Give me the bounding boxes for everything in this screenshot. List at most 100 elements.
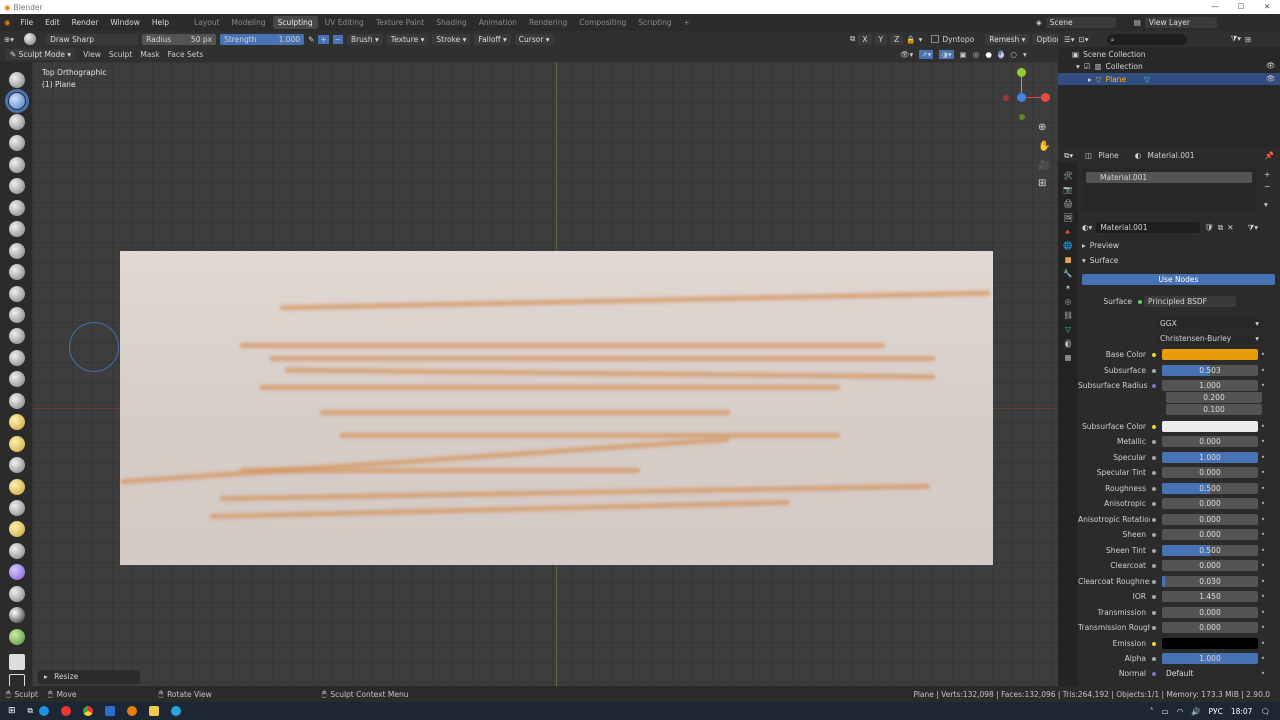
keyframe-dot-icon[interactable]: • [1258,654,1268,663]
preview-panel-header[interactable]: ▸ Preview [1082,241,1119,250]
socket-dot-icon[interactable] [1150,579,1158,584]
clay-thumb-brush-icon[interactable] [9,157,25,173]
strength-field[interactable]: Strength 1.000 [220,33,305,45]
prop-value-normal[interactable]: Default [1162,668,1258,679]
slide-relax-brush-icon[interactable] [9,543,25,559]
menu-view[interactable]: View [83,50,101,59]
properties-editor-icon[interactable]: ⧉▾ [1064,151,1073,161]
blender-menu-icon[interactable]: ◉ [0,18,15,27]
grab-brush-icon[interactable] [9,393,25,409]
x-axis-gizmo-icon[interactable] [1041,93,1050,102]
thumb-brush-icon[interactable] [9,457,25,473]
mode-selector[interactable]: ✎ Sculpt Mode ▾ [6,49,76,60]
tray-chevron-icon[interactable]: ˄ [1150,707,1154,716]
tab-layout[interactable]: Layout [189,16,225,29]
prop-value-emission[interactable] [1162,638,1258,649]
filter-icon[interactable]: ⧩▾ [1231,34,1241,44]
y-axis-gizmo-icon[interactable] [1017,68,1026,77]
radius-field[interactable]: Radius 50 px [142,33,217,45]
symmetry-dropdown-icon[interactable]: ▾ [919,35,923,44]
outliner-filter-mode-icon[interactable]: ⊡▾ [1079,35,1089,44]
direction-add-button[interactable]: + [318,34,329,44]
prop-value-anisotropic-rotation[interactable]: 0.000 [1162,514,1258,525]
tab-uv-editing[interactable]: UV Editing [320,16,369,29]
symmetry-z-toggle[interactable]: Z [890,33,904,45]
scene-selector[interactable]: Scene [1045,17,1116,28]
keyframe-dot-icon[interactable]: • [1258,350,1268,359]
render-tab-icon[interactable]: 📷 [1063,185,1072,194]
box-mask-icon[interactable] [9,654,25,670]
material-slot-list[interactable]: Material.001 [1082,168,1256,212]
socket-dot-icon[interactable] [1150,455,1158,460]
prop-value-specular[interactable]: 1.000 [1162,452,1258,463]
menu-face-sets[interactable]: Face Sets [168,50,204,59]
keyframe-dot-icon[interactable]: • [1258,468,1268,477]
prop-value-transmission-roughness[interactable]: 0.000 [1162,622,1258,633]
slot-specials-icon[interactable]: ▾ [1264,200,1268,209]
smooth-brush-icon[interactable] [9,264,25,280]
tab-scripting[interactable]: Scripting [633,16,676,29]
remesh-menu[interactable]: Remesh ▾ [985,33,1030,45]
wireframe-shading-icon[interactable]: ◎ [973,50,980,59]
keyframe-dot-icon[interactable]: • [1258,546,1268,555]
material-tab-icon[interactable]: ◐ [1064,339,1072,348]
symmetry-y-toggle[interactable]: Y [874,33,888,45]
symmetry-lock-icon[interactable]: 🔒 [906,35,915,44]
keyframe-dot-icon[interactable]: • [1258,623,1268,632]
minimize-button[interactable]: — [1202,0,1228,14]
prop-value-sheen[interactable]: 0.000 [1162,529,1258,540]
use-nodes-button[interactable]: Use Nodes [1082,274,1275,285]
prop-value-anisotropic[interactable]: 0.000 [1162,498,1258,509]
material-browse-icon[interactable]: ◐▾ [1082,223,1092,232]
menu-sculpt[interactable]: Sculpt [109,50,132,59]
windows-start-icon[interactable]: ⊞ [8,706,16,716]
socket-dot-icon[interactable] [1150,501,1158,506]
pressure-icon[interactable]: ✎ [308,35,314,44]
material-name-field[interactable]: Material.001 [1096,222,1201,233]
menu-window[interactable]: Window [104,18,146,27]
mask-brush-icon[interactable] [9,629,25,645]
keyframe-dot-icon[interactable]: • [1258,515,1268,524]
collapsed-arrow-icon[interactable]: ▸ [1088,75,1092,84]
keyframe-dot-icon[interactable]: • [1258,499,1268,508]
menu-help[interactable]: Help [146,18,175,27]
volume-icon[interactable]: 🔊 [1191,707,1200,716]
keyboard-language[interactable]: РУС [1209,707,1223,716]
material-link-icon[interactable]: ⧩▾ [1248,223,1258,233]
wifi-icon[interactable]: ◠ [1177,707,1184,716]
editor-type-icon[interactable]: ⊕▾ [4,35,14,44]
crease-brush-icon[interactable] [9,243,25,259]
outliner-editor-icon[interactable]: ☰▾ [1064,35,1075,44]
tab-rendering[interactable]: Rendering [524,16,572,29]
prop-value-base-color[interactable] [1162,349,1258,360]
gizmo-toggle-icon[interactable]: ↗▾ [919,50,934,59]
subsurface-method-dropdown[interactable]: Christensen-Burley ▾ [1156,333,1262,344]
camera-view-icon[interactable]: 🎥 [1038,160,1050,171]
duplicate-material-icon[interactable]: ⧉ [1218,223,1223,233]
tab-shading[interactable]: Shading [431,16,471,29]
add-workspace-icon[interactable]: + [679,16,695,29]
tool-tab-icon[interactable]: 🛠 [1063,171,1073,180]
solid-shading-icon[interactable]: ● [985,50,992,59]
keyframe-dot-icon[interactable]: • [1258,484,1268,493]
surface-panel-header[interactable]: ▾ Surface [1082,256,1118,265]
material-slot-row[interactable]: Material.001 [1086,172,1252,183]
multiplane-scrape-brush-icon[interactable] [9,350,25,366]
keyframe-dot-icon[interactable]: • [1258,366,1268,375]
dyntopo-checkbox[interactable] [931,35,940,43]
perspective-toggle-icon[interactable]: ⊞ [1038,178,1046,189]
stroke-menu[interactable]: Stroke ▾ [432,33,471,45]
tab-modeling[interactable]: Modeling [227,16,271,29]
socket-dot-icon[interactable] [1150,671,1158,676]
physics-tab-icon[interactable]: ◎ [1065,297,1072,306]
prop-value-subsurface-radius[interactable]: 1.000 [1162,380,1258,391]
file-explorer-icon[interactable] [148,706,159,716]
close-window-button[interactable]: ✕ [1254,0,1280,14]
task-view-icon[interactable]: ⧉ [28,706,33,716]
remove-slot-icon[interactable]: − [1264,182,1270,191]
cursor-menu[interactable]: Cursor ▾ [514,33,554,45]
socket-dot-icon[interactable] [1150,470,1158,475]
rendered-shading-icon[interactable]: ○ [1010,50,1017,59]
socket-dot-icon[interactable] [1150,383,1158,388]
prop-value-ior[interactable]: 1.450 [1162,591,1258,602]
